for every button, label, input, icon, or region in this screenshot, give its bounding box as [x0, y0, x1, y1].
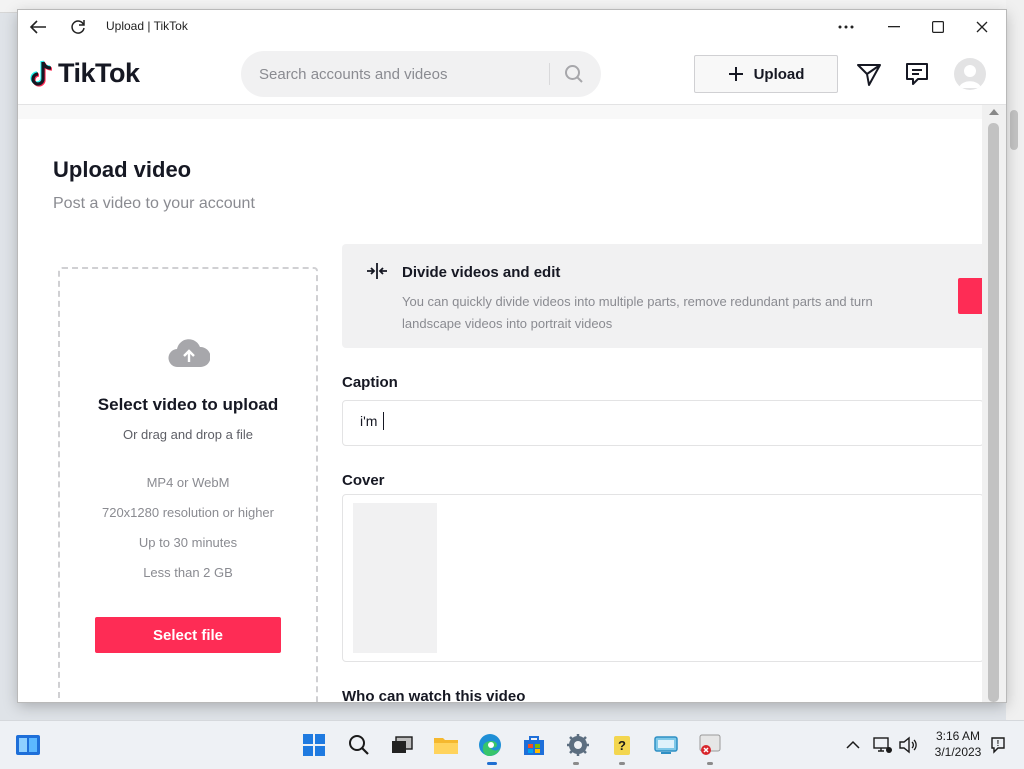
spec-size: Less than 2 GB [143, 565, 233, 580]
search-icon[interactable] [345, 731, 373, 759]
divide-videos-banner: Divide videos and edit You can quickly d… [342, 244, 982, 348]
split-icon [366, 262, 388, 285]
scrollbar-thumb[interactable] [988, 123, 999, 702]
upload-card: Upload video Post a video to your accoun… [18, 119, 984, 702]
active-app-indicator [487, 762, 497, 765]
settings-icon[interactable] [564, 731, 592, 759]
tips-icon[interactable]: ? [608, 731, 636, 759]
scroll-up-icon[interactable] [989, 109, 999, 115]
caption-text: i'm [360, 413, 378, 429]
plus-icon [728, 67, 743, 81]
upload-dropzone[interactable]: Select video to upload Or drag and drop … [58, 267, 318, 702]
page-title: Upload video [53, 157, 192, 182]
background-scrollbar [1006, 0, 1024, 720]
message-icon[interactable] [904, 61, 930, 87]
title-bar: Upload | TikTok [18, 10, 1006, 44]
banner-title: Divide videos and edit [402, 264, 561, 281]
svg-text:?: ? [618, 738, 626, 753]
more-icon[interactable] [830, 10, 862, 44]
page-scrollbar[interactable] [982, 105, 1006, 702]
spec-format: MP4 or WebM [146, 475, 230, 490]
refresh-icon[interactable] [64, 10, 92, 44]
search-input[interactable] [257, 62, 531, 86]
upload-button-label: Upload [753, 65, 805, 83]
spec-resolution: 720x1280 resolution or higher [101, 505, 274, 520]
volume-icon[interactable] [896, 731, 920, 759]
cover-selector[interactable] [342, 494, 984, 662]
site-header: TikTok Upload [18, 44, 1006, 105]
store-icon[interactable] [520, 731, 548, 759]
file-explorer-icon[interactable] [432, 731, 460, 759]
network-icon[interactable] [870, 731, 894, 759]
system-clock[interactable]: 3:16 AM 3/1/2023 [930, 728, 986, 760]
start-icon[interactable] [300, 731, 328, 759]
background-scrollbar-thumb [1010, 110, 1018, 150]
cloud-upload-icon [168, 337, 211, 374]
avatar[interactable] [954, 58, 986, 90]
search-divider [549, 63, 550, 85]
main-content: Upload video Post a video to your accoun… [18, 105, 984, 702]
search-icon[interactable] [559, 59, 589, 89]
spec-duration: Up to 30 minutes [138, 535, 238, 550]
running-app-indicator-3 [707, 762, 713, 765]
privacy-label: Who can watch this video [342, 688, 526, 702]
caption-label: Caption [342, 374, 398, 391]
svg-text:!: ! [997, 739, 1000, 748]
tiktok-note-icon [30, 60, 53, 87]
app-window: Upload | TikTok TikTok Search accounts a… [18, 10, 1006, 702]
clock-time: 3:16 AM [935, 729, 981, 743]
close-icon[interactable] [964, 10, 1000, 44]
task-view-icon[interactable] [388, 731, 416, 759]
logo-text: TikTok [58, 58, 140, 88]
notification-icon[interactable]: ! [986, 731, 1010, 759]
window-title: Upload | TikTok [106, 19, 188, 33]
page-subtitle: Post a video to your account [53, 195, 255, 212]
upload-button[interactable]: Upload [694, 55, 838, 93]
widgets-icon[interactable] [14, 731, 42, 759]
maximize-icon[interactable] [920, 10, 956, 44]
select-file-button[interactable]: Select file [95, 617, 281, 653]
chevron-up-icon[interactable] [842, 731, 864, 759]
send-icon[interactable] [856, 61, 882, 87]
caption-input[interactable]: i'm [342, 400, 984, 446]
tiktok-logo[interactable]: TikTok [30, 58, 140, 89]
clock-date: 3/1/2023 [934, 745, 982, 759]
dropzone-title: Select video to upload [97, 395, 279, 414]
app-window-icon[interactable] [652, 731, 680, 759]
taskbar: ? 3:16 AM 3/1/2023 ! [0, 720, 1024, 769]
back-icon[interactable] [24, 10, 52, 44]
search-bar [241, 51, 601, 97]
edge-icon[interactable] [476, 731, 504, 759]
running-app-indicator [573, 762, 579, 765]
running-app-indicator-2 [619, 762, 625, 765]
error-app-icon[interactable] [696, 731, 724, 759]
cover-thumbnail[interactable] [353, 503, 437, 653]
banner-edit-button[interactable] [958, 278, 982, 314]
minimize-icon[interactable] [876, 10, 912, 44]
banner-text: You can quickly divide videos into multi… [402, 294, 873, 331]
text-caret [383, 412, 384, 430]
dropzone-subtitle: Or drag and drop a file [122, 427, 254, 442]
cover-label: Cover [342, 472, 385, 489]
